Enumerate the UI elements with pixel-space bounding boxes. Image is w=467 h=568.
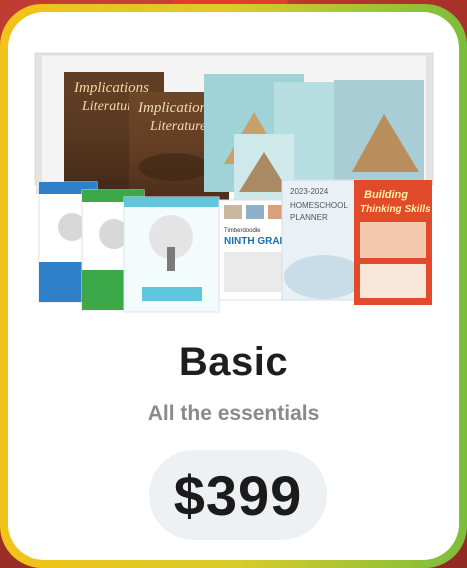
svg-text:Implications: Implications — [137, 100, 213, 116]
svg-text:2023-2024: 2023-2024 — [290, 187, 329, 196]
svg-text:Literature: Literature — [149, 119, 206, 134]
svg-text:Timberdoodle: Timberdoodle — [224, 228, 261, 234]
plan-card[interactable]: Implications Literature Implications Lit… — [8, 12, 459, 560]
plan-title: Basic — [178, 340, 289, 384]
plan-subtitle: All the essentials — [147, 402, 320, 425]
price-badge[interactable]: $399 — [149, 450, 327, 540]
plan-price: $399 — [173, 463, 303, 527]
svg-text:PLANNER: PLANNER — [290, 213, 328, 222]
svg-text:Building: Building — [364, 189, 408, 201]
svg-text:Thinking Skills: Thinking Skills — [360, 204, 431, 215]
curriculum-bundle-image: Implications Literature Implications Lit… — [34, 52, 434, 313]
svg-text:HOMESCHOOL: HOMESCHOOL — [290, 201, 348, 210]
